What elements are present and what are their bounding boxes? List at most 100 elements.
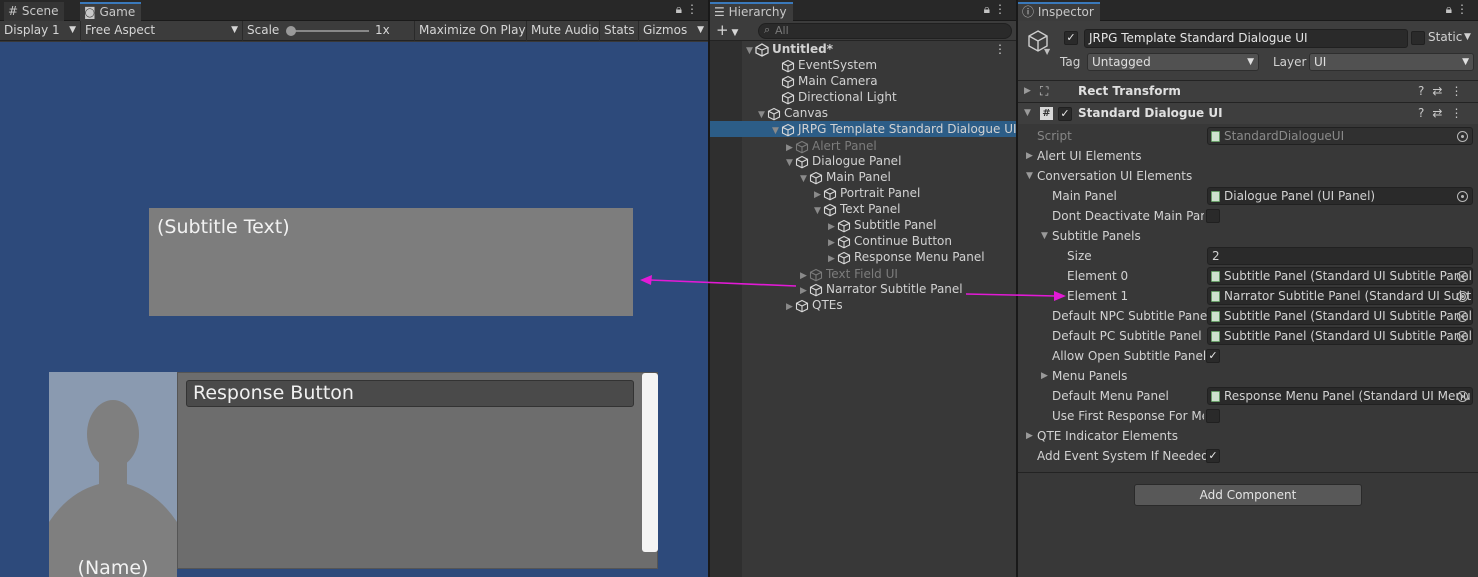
more-icon[interactable]: ⋮ [686, 2, 702, 16]
hierarchy-item[interactable]: ▶ QTEs [710, 297, 1016, 313]
settings-sliders-icon[interactable]: ⇄ [1432, 84, 1450, 98]
hierarchy-item[interactable]: ▶ Subtitle Panel [710, 217, 1016, 233]
hierarchy-item[interactable]: ▶ Alert Panel [710, 138, 1016, 154]
settings-sliders-icon[interactable]: ⇄ [1432, 106, 1450, 120]
tag-dropdown[interactable]: Untagged ▼ [1087, 53, 1259, 71]
hierarchy-item[interactable]: ▼ JRPG Template Standard Dialogue UI [710, 121, 1017, 139]
hierarchy-item[interactable]: ▼ Dialogue Panel [710, 153, 1016, 169]
gizmos-dropdown[interactable]: Gizmos ▼ [638, 21, 708, 41]
object-picker-icon[interactable] [1457, 331, 1468, 342]
scale-slider-track[interactable] [289, 30, 369, 32]
lock-icon[interactable]: 🔒︎ [676, 2, 686, 16]
add-dropdown[interactable]: + ▼ [716, 21, 738, 43]
object-name-field[interactable]: JRPG Template Standard Dialogue UI [1084, 29, 1408, 48]
tab-inspector[interactable]: ⓘ Inspector [1018, 2, 1100, 21]
hierarchy-item[interactable]: ▶ Narrator Subtitle Panel [710, 281, 1016, 297]
hierarchy-item-label: JRPG Template Standard Dialogue UI [798, 122, 1017, 136]
maximize-on-play-toggle[interactable]: Maximize On Play [414, 21, 530, 41]
help-icon[interactable]: ? [1418, 84, 1432, 98]
add-event-system-checkbox[interactable]: ✓ [1206, 449, 1220, 463]
standard-dialogue-ui-header[interactable]: ▼ # ✓ Standard Dialogue UI ?⇄⋮ [1018, 102, 1478, 124]
object-picker-icon[interactable] [1457, 311, 1468, 322]
more-icon[interactable]: ⋮ [1456, 2, 1472, 16]
element0-field[interactable]: Subtitle Panel (Standard UI Subtitle Pan… [1207, 267, 1473, 285]
hierarchy-item-label: Subtitle Panel [854, 218, 937, 232]
qte-indicator-foldout[interactable]: ▶ QTE Indicator Elements [1018, 426, 1478, 446]
object-picker-icon [1457, 131, 1468, 142]
display-dropdown[interactable]: Display 1 ▼ [0, 21, 80, 41]
hierarchy-item[interactable]: EventSystem [710, 57, 1016, 73]
tab-hierarchy[interactable]: ☰ Hierarchy [710, 2, 793, 21]
component-enabled-checkbox[interactable]: ✓ [1058, 107, 1072, 121]
more-icon[interactable]: ⋮ [1450, 84, 1470, 98]
alert-ui-foldout[interactable]: ▶ Alert UI Elements [1018, 146, 1478, 166]
expand-arrow-icon[interactable]: ▼ [770, 123, 781, 139]
active-checkbox[interactable]: ✓ [1064, 31, 1078, 45]
gameobject-cube-icon [823, 187, 837, 200]
dont-deactivate-checkbox[interactable] [1206, 209, 1220, 223]
more-icon[interactable]: ⋮ [994, 41, 1006, 57]
layer-dropdown[interactable]: UI ▼ [1309, 53, 1474, 71]
hierarchy-item[interactable]: ▶ Text Field UI [710, 266, 1016, 282]
hierarchy-item[interactable]: Main Camera [710, 73, 1016, 89]
more-icon[interactable]: ⋮ [1450, 106, 1470, 120]
gamepad-icon: ◙ [84, 5, 96, 19]
hierarchy-item[interactable]: Directional Light [710, 89, 1016, 105]
element1-field[interactable]: Narrator Subtitle Panel (Standard UI Sub… [1207, 287, 1473, 305]
response-scrollbar[interactable] [642, 373, 658, 552]
size-field[interactable]: 2 [1207, 247, 1473, 265]
collapse-arrow-icon[interactable]: ▶ [784, 299, 795, 315]
aspect-dropdown[interactable]: Free Aspect ▼ [80, 21, 242, 41]
main-panel-field[interactable]: Dialogue Panel (UI Panel) [1207, 187, 1473, 205]
caret-down-icon[interactable]: ▼ [1044, 47, 1050, 56]
use-first-response-checkbox[interactable] [1206, 409, 1220, 423]
panel-menu[interactable]: 🔒︎⋮ [1446, 2, 1472, 17]
menu-panels-foldout[interactable]: ▶ Menu Panels [1018, 366, 1478, 386]
component-actions[interactable]: ?⇄⋮ [1418, 81, 1470, 102]
hierarchy-item[interactable]: ▼ Canvas [710, 105, 1016, 121]
hierarchy-search-input[interactable]: ⌕ All [758, 23, 1012, 39]
object-picker-icon[interactable] [1457, 271, 1468, 282]
caret-down-icon[interactable]: ▼ [1464, 32, 1471, 42]
hierarchy-tabbar: ☰ Hierarchy 🔒︎⋮ [710, 0, 1016, 21]
lock-icon[interactable]: 🔒︎ [1446, 2, 1456, 16]
stats-toggle[interactable]: Stats [599, 21, 639, 41]
hierarchy-item[interactable]: ▶ Response Menu Panel [710, 249, 1016, 265]
default-npc-field[interactable]: Subtitle Panel (Standard UI Subtitle Pan… [1207, 307, 1473, 325]
tab-game[interactable]: ◙ Game [80, 2, 142, 21]
expand-arrow-icon[interactable]: ▼ [1024, 103, 1031, 124]
hierarchy-item-label: Main Panel [826, 170, 891, 184]
gameobject-cube-icon [837, 219, 851, 232]
conversation-ui-foldout[interactable]: ▼ Conversation UI Elements [1018, 166, 1478, 186]
hierarchy-item[interactable]: ▼ Text Panel [710, 201, 1016, 217]
hierarchy-item[interactable]: ▼ Untitled* ⋮ [710, 41, 1016, 57]
collapse-arrow-icon[interactable]: ▶ [1024, 81, 1031, 102]
object-picker-icon[interactable] [1457, 191, 1468, 202]
help-icon[interactable]: ? [1418, 106, 1432, 120]
panel-menu[interactable]: 🔒︎⋮ [984, 2, 1010, 17]
collapse-arrow-icon[interactable]: ▶ [826, 251, 837, 267]
object-picker-icon[interactable] [1457, 291, 1468, 302]
hierarchy-item[interactable]: ▼ Main Panel [710, 169, 1016, 185]
hierarchy-item[interactable]: ▶ Portrait Panel [710, 185, 1016, 201]
static-checkbox[interactable] [1411, 31, 1425, 45]
more-icon[interactable]: ⋮ [994, 2, 1010, 16]
response-button[interactable]: Response Button [186, 380, 634, 407]
mute-audio-toggle[interactable]: Mute Audio [526, 21, 603, 41]
default-pc-field[interactable]: Subtitle Panel (Standard UI Subtitle Pan… [1207, 327, 1473, 345]
object-picker-icon[interactable] [1457, 391, 1468, 402]
subtitle-panels-foldout[interactable]: ▼ Subtitle Panels [1018, 226, 1478, 246]
lock-icon[interactable]: 🔒︎ [984, 2, 994, 16]
scale-slider-handle[interactable] [286, 26, 296, 36]
caret-down-icon: ▼ [231, 25, 238, 35]
gameobject-cube-icon [795, 140, 809, 153]
add-component-button[interactable]: Add Component [1134, 484, 1362, 506]
hierarchy-item[interactable]: ▶ Continue Button [710, 233, 1016, 249]
panel-menu[interactable]: 🔒︎⋮ [676, 2, 702, 17]
allow-open-checkbox[interactable]: ✓ [1206, 349, 1220, 363]
default-menu-field[interactable]: Response Menu Panel (Standard UI Menu [1207, 387, 1473, 405]
gameobject-cube-icon [767, 107, 781, 120]
rect-transform-header[interactable]: ▶ ⛶ Rect Transform ?⇄⋮ [1018, 80, 1478, 102]
tab-scene[interactable]: # Scene [4, 2, 65, 21]
component-actions[interactable]: ?⇄⋮ [1418, 103, 1470, 124]
